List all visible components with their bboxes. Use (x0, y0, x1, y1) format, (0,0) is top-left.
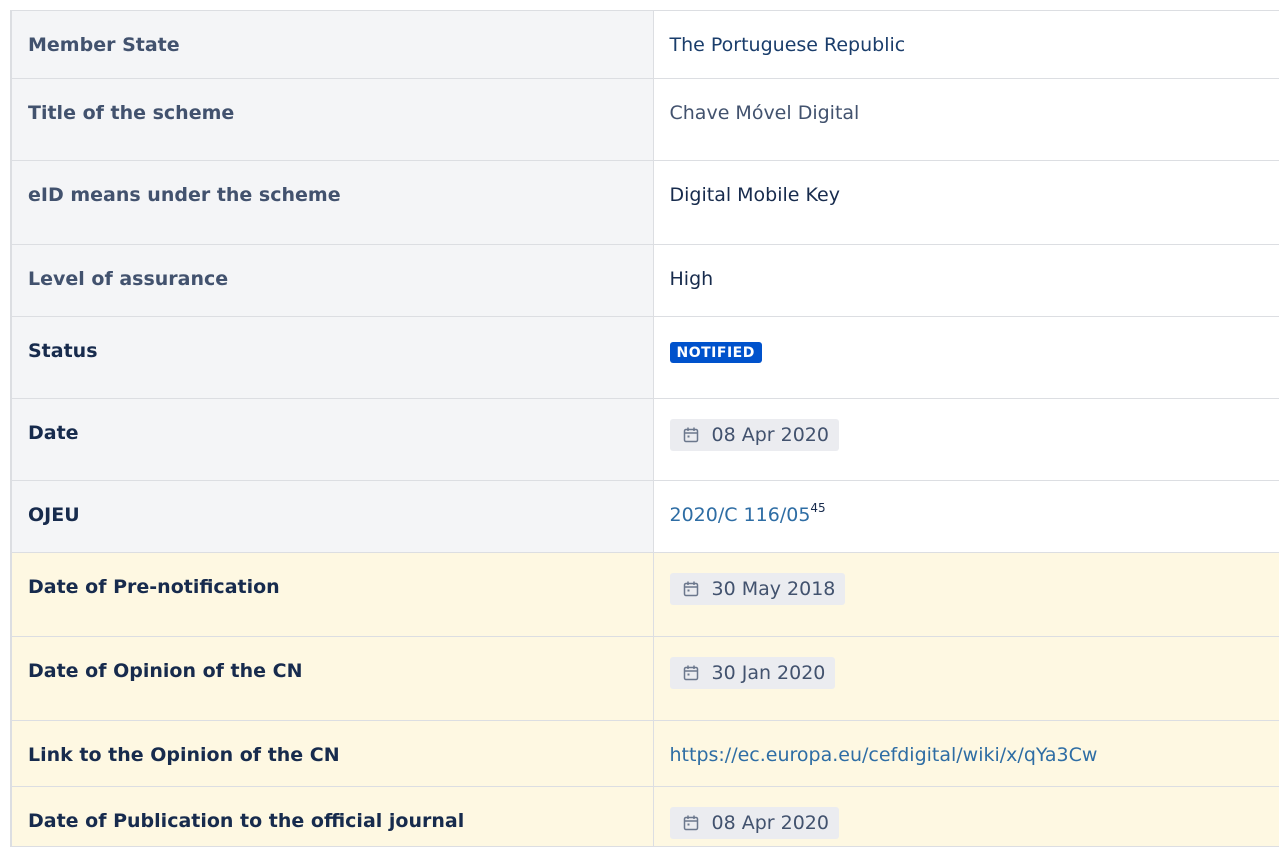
calendar-icon (683, 665, 698, 681)
row-key-ojeu: OJEU (10, 480, 654, 553)
row-key-date: Date (10, 398, 654, 481)
opinion-date-value: 30 Jan 2020 (711, 662, 826, 684)
date-lozenge: 30 May 2018 (669, 573, 846, 605)
level-of-assurance-value: High (669, 268, 714, 290)
row-key-member-state: Member State (10, 10, 654, 79)
table-row: Member State The Portuguese Republic (10, 10, 1279, 79)
scheme-title-value: Chave Móvel Digital (669, 102, 860, 124)
table-row: Link to the Opinion of the CN https://ec… (10, 720, 1279, 787)
row-key-eid-means: eID means under the scheme (10, 160, 654, 245)
calendar-icon (683, 815, 698, 831)
date-value: 08 Apr 2020 (711, 424, 829, 446)
table-row: Date of Pre-notification 30 May 2018 (10, 552, 1279, 637)
row-key-publication-date: Date of Publication to the official jour… (10, 786, 654, 847)
scheme-properties: Member State The Portuguese Republic Tit… (10, 10, 1279, 847)
calendar-icon (683, 581, 698, 597)
member-state-value: The Portuguese Republic (669, 34, 906, 56)
row-key-opinion-date: Date of Opinion of the CN (10, 636, 654, 721)
status-badge: NOTIFIED (669, 342, 762, 363)
table-row: eID means under the scheme Digital Mobil… (10, 160, 1279, 245)
table-row: Title of the scheme Chave Móvel Digital (10, 78, 1279, 161)
ojeu-link[interactable]: 2020/C 116/05 (670, 504, 811, 526)
table-row: Date of Opinion of the CN 30 Jan 2020 (10, 636, 1279, 721)
properties-table: Member State The Portuguese Republic Tit… (10, 10, 1279, 847)
row-key-title: Title of the scheme (10, 78, 654, 161)
row-key-status: Status (10, 316, 654, 399)
table-row: Status NOTIFIED (10, 316, 1279, 399)
pre-notification-date-value: 30 May 2018 (711, 578, 836, 600)
opinion-link[interactable]: https://ec.europa.eu/cefdigital/wiki/x/q… (670, 744, 1098, 766)
footnote-marker: 45 (810, 500, 826, 515)
date-lozenge: 08 Apr 2020 (669, 807, 839, 839)
table-row: Date 08 Apr 2020 (10, 398, 1279, 481)
eid-means-value: Digital Mobile Key (669, 184, 840, 206)
row-key-level-of-assurance: Level of assurance (10, 244, 654, 317)
table-row: OJEU 2020/C 116/0545 (10, 480, 1279, 553)
row-key-pre-notification: Date of Pre-notification (10, 552, 654, 637)
date-lozenge: 30 Jan 2020 (669, 657, 836, 689)
publication-date-value: 08 Apr 2020 (711, 812, 829, 834)
table-row: Level of assurance High (10, 244, 1279, 317)
table-row: Date of Publication to the official jour… (10, 786, 1279, 847)
calendar-icon (683, 427, 698, 443)
row-key-opinion-link: Link to the Opinion of the CN (10, 720, 654, 787)
date-lozenge: 08 Apr 2020 (669, 419, 839, 451)
